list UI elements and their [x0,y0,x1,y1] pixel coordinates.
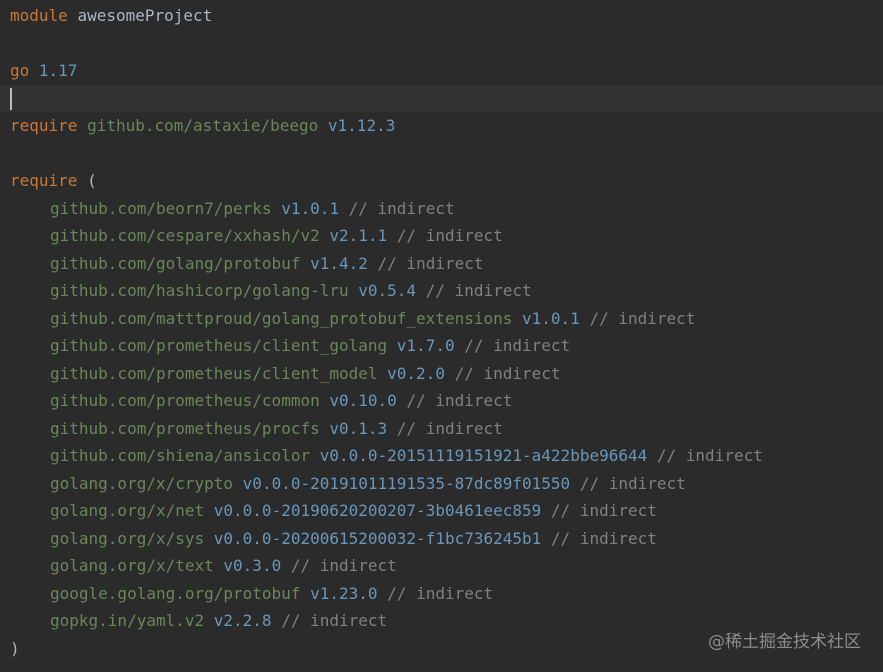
dependency-line[interactable]: github.com/prometheus/client_golang v1.7… [0,332,883,360]
dependency-version: v1.0.1 [522,308,580,328]
dependency-line[interactable]: github.com/golang/protobuf v1.4.2 // ind… [0,250,883,278]
dependency-path: golang.org/x/text [50,556,214,575]
dependency-path: github.com/prometheus/client_golang [50,336,388,355]
text-caret [10,88,12,110]
dependency-version: v0.0.0-20200615200032-f1bc736245b1 [213,528,542,548]
code-line-current[interactable] [0,84,883,112]
dependency-line[interactable]: google.golang.org/protobuf v1.23.0 // in… [0,580,883,608]
indirect-comment: // indirect [550,528,657,548]
dependency-path: github.com/prometheus/procfs [50,418,320,438]
dependency-version: v0.10.0 [329,391,397,410]
dependency-line[interactable]: golang.org/x/net v0.0.0-20190620200207-3… [0,497,883,525]
dependency-path: google.golang.org/protobuf [50,583,301,603]
dependency-line[interactable]: github.com/shiena/ansicolor v0.0.0-20151… [0,442,883,470]
dependency-line[interactable]: github.com/prometheus/procfs v0.1.3 // i… [0,415,883,443]
keyword-require: require [10,171,78,190]
dependency-line[interactable]: github.com/prometheus/client_model v0.2.… [0,360,883,388]
require-path: github.com/astaxie/beego [87,116,319,135]
indirect-comment: // indirect [377,253,484,273]
dependency-path: github.com/cespare/xxhash/v2 [50,226,320,245]
indirect-comment: // indirect [348,198,455,218]
dependency-version: v0.3.0 [223,556,282,575]
code-line-module[interactable]: module awesomeProject [0,2,883,30]
dependency-version: v1.7.0 [396,336,455,355]
dependency-line[interactable]: golang.org/x/sys v0.0.0-20200615200032-f… [0,525,883,553]
dependency-path: github.com/prometheus/client_model [50,363,378,383]
indirect-comment: // indirect [281,611,388,630]
indirect-comment: // indirect [290,556,397,575]
indirect-comment: // indirect [454,363,561,383]
dependency-path: github.com/beorn7/perks [50,198,272,218]
code-line-require-block[interactable]: require ( [0,167,883,195]
dependency-version: v0.0.0-20190620200207-3b0461eec859 [213,501,542,520]
open-paren: ( [87,171,97,190]
code-editor[interactable]: module awesomeProject go 1.17 require gi… [0,2,883,662]
indirect-comment: // indirect [656,446,763,465]
dependency-path: golang.org/x/sys [50,528,205,548]
dependency-line[interactable]: github.com/cespare/xxhash/v2 v2.1.1 // i… [0,222,883,250]
go-version: 1.17 [38,61,78,80]
dependency-line[interactable]: golang.org/x/crypto v0.0.0-2019101119153… [0,470,883,498]
dependency-line[interactable]: github.com/matttproud/golang_protobuf_ex… [0,305,883,333]
indirect-comment: // indirect [406,391,513,410]
require-version: v1.12.3 [327,116,396,135]
dependency-line[interactable]: golang.org/x/text v0.3.0 // indirect [0,552,883,580]
dependency-path: golang.org/x/crypto [50,473,234,493]
dependency-version: v0.1.3 [329,418,388,438]
dependency-path: github.com/shiena/ansicolor [50,446,311,465]
indirect-comment: // indirect [387,583,494,603]
dependency-path: gopkg.in/yaml.v2 [50,611,205,630]
code-line-empty[interactable] [0,30,883,58]
dependency-version: v0.2.0 [387,363,445,383]
dependency-list: github.com/beorn7/perks v1.0.1 // indire… [0,195,883,635]
close-paren: ) [10,638,20,658]
code-line-go[interactable]: go 1.17 [0,57,883,85]
dependency-version: v1.4.2 [310,253,368,273]
indirect-comment: // indirect [396,226,503,245]
indirect-comment: // indirect [589,308,696,328]
code-line-require-single[interactable]: require github.com/astaxie/beego v1.12.3 [0,112,883,140]
module-name: awesomeProject [77,6,213,25]
code-line-empty[interactable] [0,140,883,168]
dependency-version: v1.0.1 [281,198,339,218]
dependency-version: v1.23.0 [310,583,378,603]
dependency-version: v0.0.0-20151119151921-a422bbe96644 [319,446,648,465]
dependency-path: github.com/golang/protobuf [50,253,301,273]
watermark: @稀土掘金技术社区 [708,632,861,652]
dependency-line[interactable]: github.com/prometheus/common v0.10.0 // … [0,387,883,415]
dependency-line[interactable]: github.com/hashicorp/golang-lru v0.5.4 /… [0,277,883,305]
indirect-comment: // indirect [464,336,571,355]
dependency-path: github.com/matttproud/golang_protobuf_ex… [50,308,513,328]
indirect-comment: // indirect [425,281,532,300]
dependency-version: v0.5.4 [358,281,417,300]
keyword-go: go [10,61,30,80]
keyword-require: require [10,116,78,135]
indirect-comment: // indirect [550,501,657,520]
dependency-version: v2.2.8 [213,611,272,630]
indirect-comment: // indirect [396,418,503,438]
dependency-path: github.com/prometheus/common [50,391,320,410]
dependency-version: v2.1.1 [329,226,388,245]
keyword-module: module [10,6,68,25]
dependency-version: v0.0.0-20191011191535-87dc89f01550 [242,473,571,493]
dependency-path: golang.org/x/net [50,501,205,520]
dependency-path: github.com/hashicorp/golang-lru [50,281,349,300]
indirect-comment: // indirect [579,473,686,493]
dependency-line[interactable]: github.com/beorn7/perks v1.0.1 // indire… [0,195,883,223]
